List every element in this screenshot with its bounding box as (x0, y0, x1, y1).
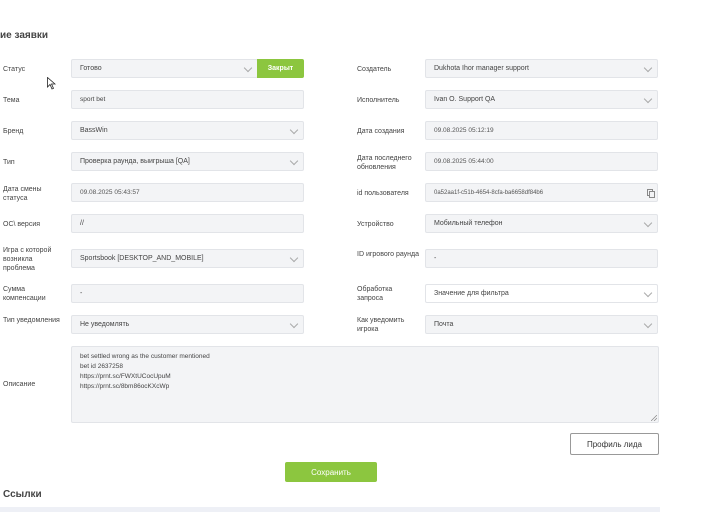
status-change-date-field: 09.08.2025 05:43:57 (71, 183, 304, 202)
brand-select[interactable]: BassWin (71, 121, 304, 140)
user-id-value: 0a52aa1f-c51b-4654-8cfa-ba6658df84b6 (434, 189, 544, 196)
compensation-label: Сумма компенсации (3, 286, 46, 302)
last-update-field: 09.08.2025 05:44:00 (425, 152, 658, 171)
topic-value: sport bet (80, 96, 106, 103)
notify-type-value: Не уведомлять (80, 321, 130, 328)
round-id-value: - (434, 255, 437, 262)
type-select[interactable]: Проверка раунда, выигрыша [QA] (71, 152, 304, 171)
chevron-down-icon (643, 218, 653, 228)
notify-type-label: Тип уведомления (3, 317, 60, 324)
created-date-field: 09.08.2025 05:12:19 (425, 121, 658, 140)
chevron-down-icon (289, 156, 299, 166)
created-date-value: 09.08.2025 05:12:19 (434, 127, 494, 134)
os-version-value: // (80, 220, 84, 227)
game-select[interactable]: Sportsbook [DESKTOP_AND_MOBILE] (71, 249, 304, 268)
round-id-input[interactable]: - (425, 249, 658, 268)
request-handling-select[interactable]: Значение для фильтра (425, 284, 658, 303)
creator-value: Dukhota Ihor manager support (434, 65, 529, 72)
os-version-label: ОС\ версия (3, 221, 41, 228)
assignee-select[interactable]: Ivan O. Support QA (425, 90, 658, 109)
status-select[interactable]: Готово (71, 59, 258, 78)
user-id-field: 0a52aa1f-c51b-4654-8cfa-ba6658df84b6 (425, 183, 658, 202)
game-label: Игра с которой возникла проблема (3, 247, 52, 272)
links-title: Ссылки (3, 489, 42, 500)
assignee-value: Ivan O. Support QA (434, 96, 496, 103)
created-date-label: Дата создания (357, 128, 405, 135)
last-update-value: 09.08.2025 05:44:00 (434, 158, 494, 165)
chevron-down-icon (643, 288, 653, 298)
how-notify-value: Почта (434, 321, 454, 328)
user-id-label: id пользователя (357, 190, 409, 197)
round-id-label: ID игрового раунда (357, 251, 420, 258)
topic-label: Тема (3, 97, 20, 104)
chevron-down-icon (289, 319, 299, 329)
section-title: ие заявки (0, 30, 49, 41)
device-select[interactable]: Мобильный телефон (425, 214, 658, 233)
compensation-value: - (80, 290, 83, 297)
copy-icon[interactable] (647, 189, 655, 198)
description-line: https://prnt.sc/8bm86ocKXcWp (80, 383, 170, 390)
lead-profile-button[interactable]: Профиль лида (570, 433, 659, 455)
chevron-down-icon (643, 94, 653, 104)
links-panel (0, 507, 660, 512)
brand-label: Бренд (3, 128, 24, 135)
description-line: bet settled wrong as the customer mentio… (80, 353, 210, 360)
type-value: Проверка раунда, выигрыша [QA] (80, 158, 190, 165)
closed-badge-button[interactable]: Закрыт (257, 59, 304, 78)
status-value: Готово (80, 65, 102, 72)
last-update-label: Дата последнего обновления (357, 155, 412, 171)
creator-label: Создатель (357, 66, 392, 73)
status-change-date-value: 09.08.2025 05:43:57 (80, 189, 140, 196)
status-label: Статус (3, 66, 26, 73)
os-version-input[interactable]: // (71, 214, 304, 233)
type-label: Тип (3, 159, 15, 166)
resize-handle-icon[interactable] (651, 415, 657, 421)
device-label: Устройство (357, 221, 394, 228)
compensation-input[interactable]: - (71, 284, 304, 303)
chevron-down-icon (289, 125, 299, 135)
description-line: https://prnt.sc/FWXtUCocUpuM (80, 373, 171, 380)
assignee-label: Исполнитель (357, 97, 400, 104)
chevron-down-icon (243, 63, 253, 73)
description-line: bet id 2637258 (80, 363, 124, 370)
device-value: Мобильный телефон (434, 220, 503, 227)
description-label: Описание (3, 381, 36, 388)
game-value: Sportsbook [DESKTOP_AND_MOBILE] (80, 255, 204, 262)
topic-input[interactable]: sport bet (71, 90, 304, 109)
notify-type-select[interactable]: Не уведомлять (71, 315, 304, 334)
request-handling-label: Обработка запроса (357, 286, 393, 302)
mouse-cursor-icon (47, 77, 56, 90)
how-notify-label: Как уведомить игрока (357, 317, 405, 333)
brand-value: BassWin (80, 127, 108, 134)
how-notify-select[interactable]: Почта (425, 315, 658, 334)
chevron-down-icon (643, 63, 653, 73)
request-handling-value: Значение для фильтра (434, 290, 509, 297)
status-change-date-label: Дата смены статуса (3, 186, 42, 202)
description-textarea[interactable]: bet settled wrong as the customer mentio… (71, 346, 659, 423)
save-button[interactable]: Сохранить (285, 462, 377, 482)
creator-select[interactable]: Dukhota Ihor manager support (425, 59, 658, 78)
chevron-down-icon (643, 319, 653, 329)
chevron-down-icon (289, 253, 299, 263)
